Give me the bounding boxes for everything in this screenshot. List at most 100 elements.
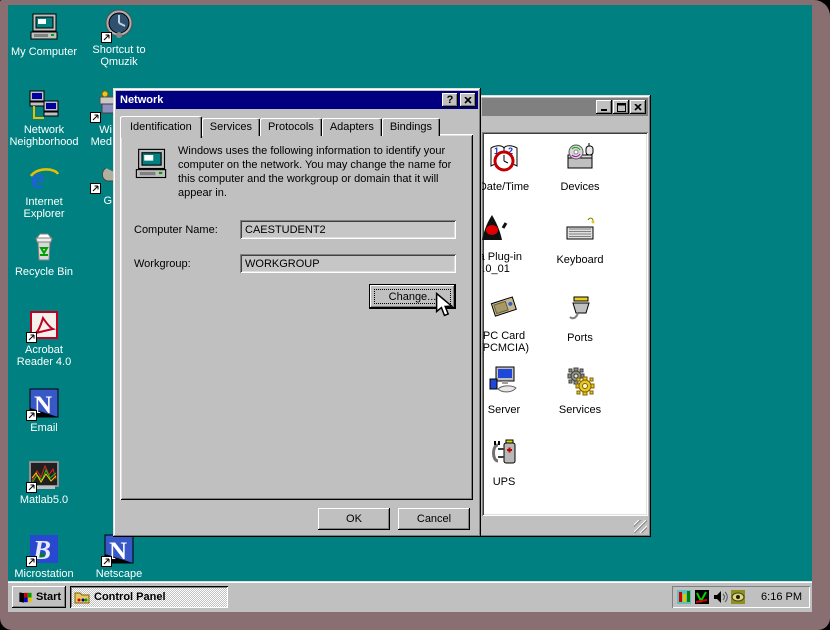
label-line: Netscape (96, 568, 142, 580)
tray-volume-icon[interactable] (712, 589, 728, 605)
label-line: My Computer (11, 46, 77, 58)
help-icon[interactable]: ? (442, 93, 458, 107)
tab-services[interactable]: Services (202, 118, 260, 136)
close-icon[interactable] (630, 100, 646, 114)
tab-strip: Identification Services Protocols Adapters B… (120, 114, 440, 136)
taskbar: Start Control Panel 6:16 PM (8, 581, 812, 612)
label-line: Recycle Bin (15, 266, 73, 278)
label-line: Keyboard (556, 254, 603, 266)
ports-icon (564, 293, 596, 330)
tab-label: Adapters (330, 121, 374, 133)
tray-icon-group (676, 589, 746, 605)
devices-icon (564, 142, 596, 179)
control-panel-statusbar (482, 516, 648, 534)
desktop-icon-label: Netscape (96, 568, 142, 580)
dialog-title: Network (120, 94, 442, 106)
desktop-icon-label: WiMed (33, 124, 113, 148)
monitor-bezel: My ComputerShortcut toQmuzikNetworkNeigh… (0, 0, 830, 630)
tab-label: Bindings (390, 121, 432, 133)
tab-adapters[interactable]: Adapters (322, 118, 382, 136)
tray-display-icon[interactable] (730, 589, 746, 605)
pccard-icon (488, 291, 520, 328)
cp-icon-date-time[interactable]: 12 Date/Time (482, 142, 542, 193)
tab-identification[interactable]: Identification (120, 116, 202, 138)
desktop-icon-internet-explorer[interactable]: e InternetExplorer (8, 161, 84, 220)
ie-icon: e (28, 161, 60, 193)
tab-label: Identification (130, 121, 192, 133)
workgroup-field[interactable]: WORKGROUP (240, 254, 456, 273)
cp-icon-ups[interactable]: UPS (482, 437, 542, 488)
cp-icon-keyboard[interactable]: Keyboard (542, 215, 618, 266)
tray-pc-card-status-icon[interactable] (676, 589, 692, 605)
desktop-icon-microstation[interactable]: BMicrostation (8, 533, 84, 580)
cp-icon-label: PC Card(PCMCIA) (482, 330, 529, 354)
desktop-icon-my-computer[interactable]: My Computer (8, 11, 84, 58)
start-button-label: Start (36, 591, 61, 603)
cp-icon-server[interactable]: Server (482, 365, 542, 416)
close-icon[interactable] (460, 93, 476, 107)
cp-icon-java-plugin[interactable]: ava Plug-in1.3.0_01 (482, 212, 542, 275)
services-icon (564, 365, 596, 402)
tab-protocols[interactable]: Protocols (260, 118, 322, 136)
label-line: Email (30, 422, 58, 434)
label-line: 1.3.0_01 (482, 263, 522, 275)
workgroup-label: Workgroup: (134, 258, 191, 270)
svg-text:e: e (31, 162, 44, 193)
label-line: Ports (567, 332, 593, 344)
identification-description: Windows uses the following information t… (178, 144, 464, 200)
start-button[interactable]: Start (12, 586, 66, 608)
desktop-icon-email[interactable]: NEmail (8, 387, 84, 434)
tab-bindings[interactable]: Bindings (382, 118, 440, 136)
ok-button[interactable]: OK (318, 508, 390, 530)
task-button-label: Control Panel (94, 591, 166, 603)
computer-name-label: Computer Name: (134, 224, 218, 236)
netscape-icon: N (103, 533, 135, 565)
label-line: Date/Time (482, 181, 529, 193)
minimize-icon[interactable] (596, 100, 612, 114)
computer-name-field[interactable]: CAESTUDENT2 (240, 220, 456, 239)
matlab-icon (28, 459, 60, 491)
control-panel-menubar (482, 117, 648, 131)
label-line: Server (488, 404, 520, 416)
network-dialog-titlebar[interactable]: Network ? (116, 91, 478, 109)
cp-icon-label: UPS (493, 476, 516, 488)
identification-tab-page: Windows uses the following information t… (120, 134, 473, 500)
label-line: PC Card (482, 330, 529, 342)
tray-virus-shield-icon[interactable] (694, 589, 710, 605)
cp-icon-pc-card[interactable]: PC Card(PCMCIA) (482, 291, 542, 354)
desktop-icon-recycle-bin[interactable]: Recycle Bin (8, 231, 84, 278)
desktop-icon-partial-media[interactable]: WiMed (33, 89, 113, 148)
desktop-icon-acrobat-reader[interactable]: AcrobatReader 4.0 (8, 309, 84, 368)
label-line: Devices (560, 181, 599, 193)
desktop-icon-netscape[interactable]: N Netscape (79, 533, 159, 580)
label-line: Reader 4.0 (17, 356, 71, 368)
control-panel-client-area: 12 Date/Time Devices ava Plug-in1.3.0_01 Key… (482, 132, 648, 516)
desktop-icon-matlab[interactable]: Matlab5.0 (8, 459, 84, 506)
system-tray: 6:16 PM (672, 586, 810, 608)
recycle-icon (28, 231, 60, 263)
desktop-icon-shortcut-qmuzik[interactable]: Shortcut toQmuzik (79, 9, 159, 68)
cp-icon-label: Ports (567, 332, 593, 344)
label-line: Explorer (24, 208, 65, 220)
cp-icon-label: Services (559, 404, 601, 416)
label-line: (PCMCIA) (482, 342, 529, 354)
label-line: Internet (24, 196, 65, 208)
label-line: UPS (493, 476, 516, 488)
desktop-icon-label: AcrobatReader 4.0 (17, 344, 71, 368)
desktop-icon-label: Email (30, 422, 58, 434)
cp-icon-ports[interactable]: Ports (542, 293, 618, 344)
cp-icon-label: Devices (560, 181, 599, 193)
tab-label: Protocols (268, 121, 314, 133)
resize-grip[interactable] (634, 520, 647, 533)
desktop-icon-label: Shortcut toQmuzik (92, 44, 145, 68)
control-panel-window: 12 Date/Time Devices ava Plug-in1.3.0_01 Key… (479, 95, 651, 537)
taskbar-task-control-panel[interactable]: Control Panel (70, 586, 228, 608)
datetime-icon: 12 (488, 142, 520, 179)
microstation-icon: B (28, 533, 60, 565)
keyboard-icon (564, 215, 596, 252)
maximize-icon[interactable] (613, 100, 629, 114)
cp-icon-label: Date/Time (482, 181, 529, 193)
cancel-button[interactable]: Cancel (398, 508, 470, 530)
cp-icon-devices[interactable]: Devices (542, 142, 618, 193)
cp-icon-services[interactable]: Services (542, 365, 618, 416)
